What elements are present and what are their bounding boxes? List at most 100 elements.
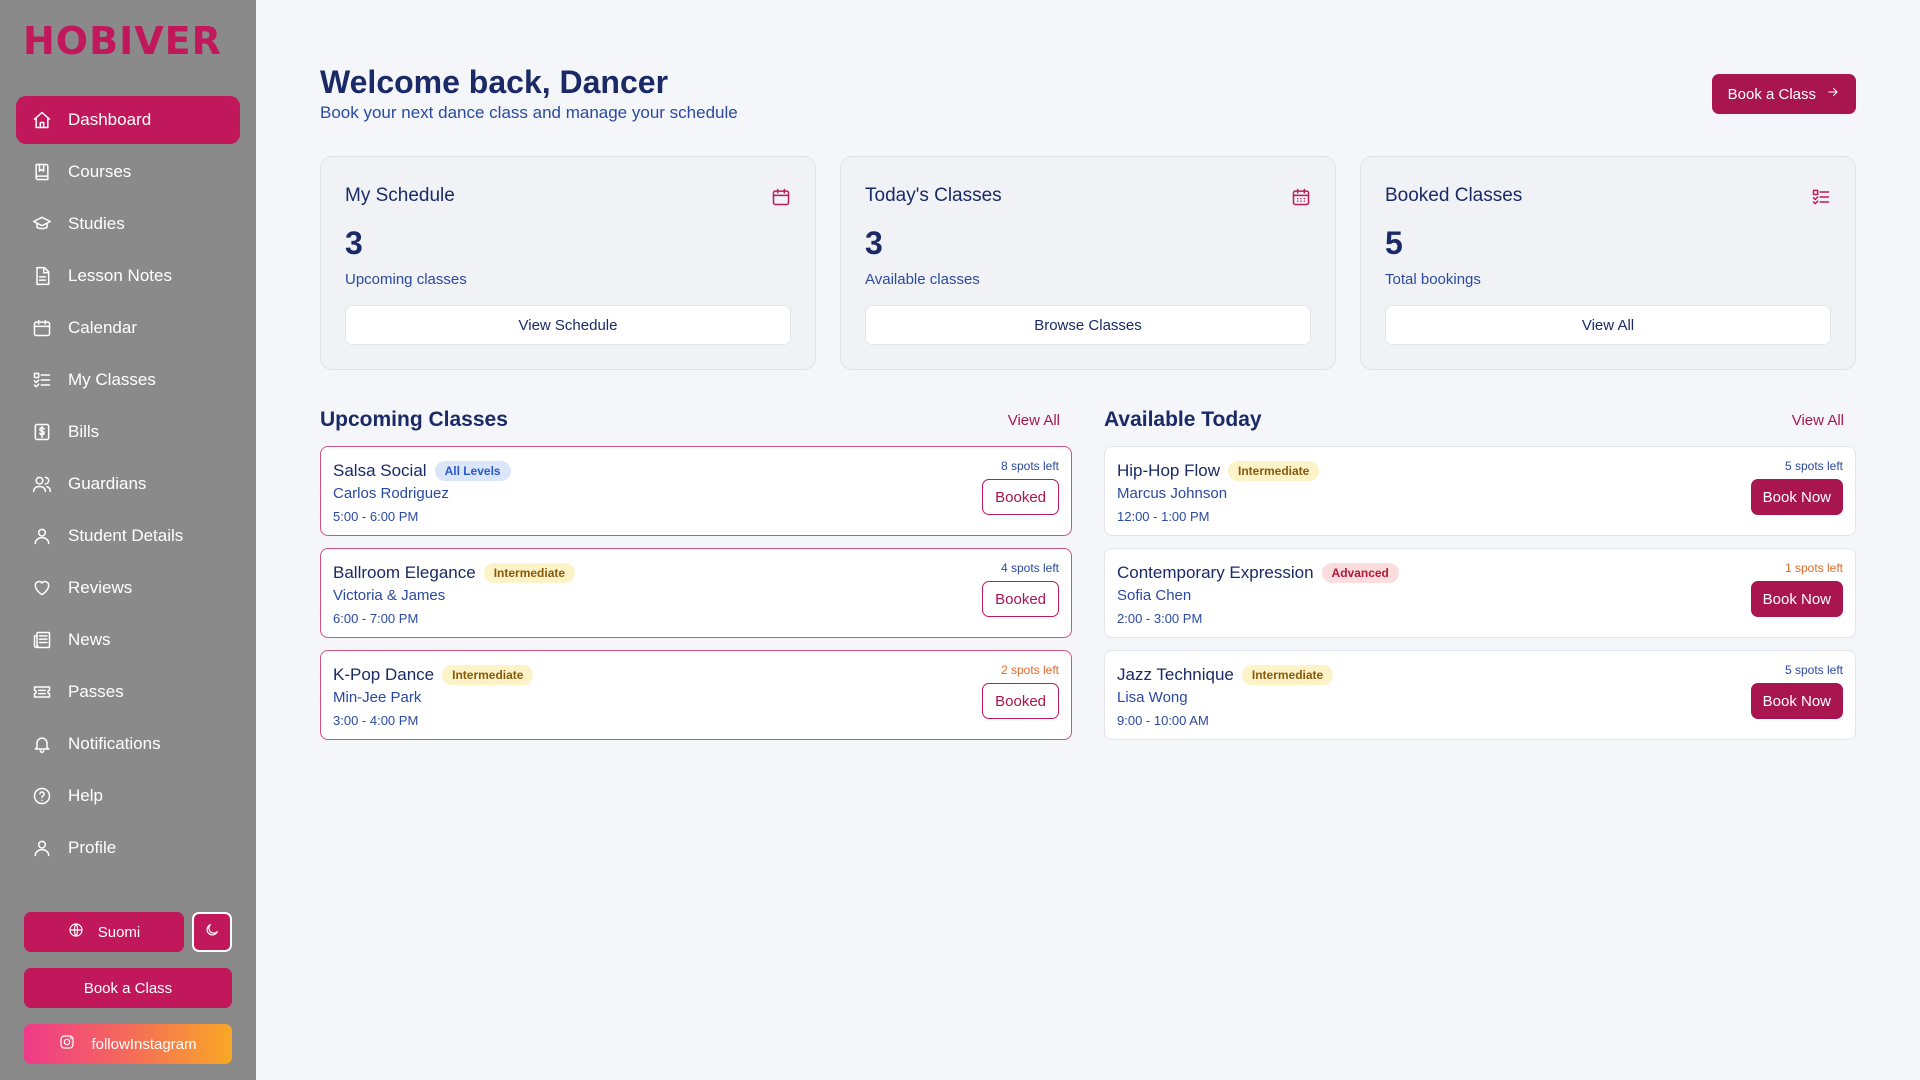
sidebar-item-reviews[interactable]: Reviews (16, 564, 240, 612)
instagram-follow-button[interactable]: followInstagram (24, 1024, 232, 1064)
upcoming-classes-section: Upcoming Classes View All Salsa Social A… (320, 404, 1072, 740)
stat-card-todays-classes: Today's Classes 3 Available classes Brow… (840, 156, 1336, 370)
instagram-label: followInstagram (91, 1035, 197, 1053)
booked-button[interactable]: Booked (982, 683, 1059, 719)
stat-label: Total bookings (1385, 271, 1481, 288)
section-title: Upcoming Classes (320, 408, 508, 431)
document-icon (32, 266, 52, 286)
sidebar-item-courses[interactable]: Courses (16, 148, 240, 196)
sidebar-item-label: Studies (68, 214, 125, 233)
sidebar-item-my-classes[interactable]: My Classes (16, 356, 240, 404)
calendar-icon (771, 187, 791, 207)
class-card[interactable]: Hip-Hop Flow Intermediate Marcus Johnson… (1104, 446, 1856, 536)
class-name: K-Pop Dance (333, 665, 435, 684)
sidebar-book-class-button[interactable]: Book a Class (24, 968, 232, 1008)
class-time: 5:00 - 6:00 PM (333, 509, 419, 524)
upcoming-class-list: Salsa Social All Levels Carlos Rodriguez… (320, 446, 1072, 752)
stats-row: My Schedule 3 Upcoming classes View Sche… (320, 156, 1856, 370)
sidebar: HOBIVER Dashboard Courses Studies Lesson… (0, 0, 256, 1080)
brand-logo[interactable]: HOBIVER (23, 22, 222, 60)
spots-left: 1 spots left (1784, 561, 1843, 575)
arrow-right-icon (1826, 85, 1840, 103)
language-label: Suomi (97, 923, 141, 941)
class-card[interactable]: Ballroom Elegance Intermediate Victoria … (320, 548, 1072, 638)
class-time: 2:00 - 3:00 PM (1117, 611, 1203, 626)
class-teacher: Sofia Chen (1117, 587, 1192, 604)
sidebar-item-bills[interactable]: Bills (16, 408, 240, 456)
stat-card-booked-classes: Booked Classes 5 Total bookings View All (1360, 156, 1856, 370)
class-time: 12:00 - 1:00 PM (1117, 509, 1210, 524)
user-icon (32, 838, 52, 858)
sidebar-item-label: Guardians (68, 474, 147, 493)
class-time: 9:00 - 10:00 AM (1117, 713, 1209, 728)
sidebar-item-lesson-notes[interactable]: Lesson Notes (16, 252, 240, 300)
class-teacher: Victoria & James (333, 587, 446, 604)
sidebar-item-notifications[interactable]: Notifications (16, 720, 240, 768)
spots-left: 8 spots left (1000, 459, 1059, 473)
book-now-button[interactable]: Book Now (1750, 581, 1843, 617)
list-check-icon (1811, 187, 1831, 207)
stat-label: Available classes (865, 271, 980, 288)
class-card[interactable]: K-Pop Dance Intermediate Min-Jee Park 3:… (320, 650, 1072, 740)
list-check-icon (32, 370, 52, 390)
sidebar-nav: Dashboard Courses Studies Lesson Notes C… (16, 96, 240, 876)
sidebar-item-student-details[interactable]: Student Details (16, 512, 240, 560)
class-card[interactable]: Contemporary Expression Advanced Sofia C… (1104, 548, 1856, 638)
spots-left: 5 spots left (1784, 459, 1843, 473)
book-now-button[interactable]: Book Now (1750, 683, 1843, 719)
book-class-button[interactable]: Book a Class (1711, 74, 1856, 114)
class-name: Jazz Technique (1117, 665, 1234, 684)
level-badge: Intermediate (483, 563, 576, 583)
ticket-icon (32, 682, 52, 702)
book-now-button[interactable]: Book Now (1750, 479, 1843, 515)
globe-icon (68, 922, 84, 942)
level-badge: Intermediate (1241, 665, 1334, 685)
sidebar-item-label: Profile (68, 838, 117, 857)
sidebar-item-profile[interactable]: Profile (16, 824, 240, 872)
newspaper-icon (32, 630, 52, 650)
sidebar-item-label: News (68, 630, 111, 649)
browse-classes-button[interactable]: Browse Classes (865, 305, 1311, 345)
users-icon (32, 474, 52, 494)
class-card[interactable]: Salsa Social All Levels Carlos Rodriguez… (320, 446, 1072, 536)
class-time: 3:00 - 4:00 PM (333, 713, 419, 728)
sidebar-item-passes[interactable]: Passes (16, 668, 240, 716)
stat-card-my-schedule: My Schedule 3 Upcoming classes View Sche… (320, 156, 816, 370)
language-button[interactable]: Suomi (24, 912, 184, 952)
sidebar-item-calendar[interactable]: Calendar (16, 304, 240, 352)
class-name-row: Contemporary Expression Advanced (1117, 563, 1399, 583)
sidebar-item-help[interactable]: Help (16, 772, 240, 820)
booked-button[interactable]: Booked (982, 581, 1059, 617)
sidebar-item-dashboard[interactable]: Dashboard (16, 96, 240, 144)
book-icon (32, 162, 52, 182)
sidebar-item-studies[interactable]: Studies (16, 200, 240, 248)
class-card[interactable]: Jazz Technique Intermediate Lisa Wong 9:… (1104, 650, 1856, 740)
available-view-all-link[interactable]: View All (1792, 412, 1844, 429)
page-title: Welcome back, Dancer (320, 64, 669, 100)
calendar-icon (32, 318, 52, 338)
level-badge: All Levels (434, 461, 511, 481)
upcoming-view-all-link[interactable]: View All (1008, 412, 1060, 429)
calendar-days-icon (1291, 187, 1311, 207)
sidebar-item-label: Courses (68, 162, 132, 181)
stat-value: 3 (865, 225, 883, 261)
view-all-bookings-button[interactable]: View All (1385, 305, 1831, 345)
view-schedule-button[interactable]: View Schedule (345, 305, 791, 345)
class-name: Ballroom Elegance (333, 563, 476, 582)
class-name: Contemporary Expression (1117, 563, 1314, 582)
theme-toggle-button[interactable] (192, 912, 232, 952)
sidebar-item-label: Lesson Notes (68, 266, 172, 285)
sidebar-item-label: Student Details (68, 526, 184, 545)
stat-title: Booked Classes (1385, 185, 1523, 206)
sidebar-item-label: Calendar (68, 318, 137, 337)
class-name-row: K-Pop Dance Intermediate (333, 665, 534, 685)
class-teacher: Min-Jee Park (333, 689, 422, 706)
class-teacher: Marcus Johnson (1117, 485, 1228, 502)
sidebar-item-news[interactable]: News (16, 616, 240, 664)
spots-left: 4 spots left (1000, 561, 1059, 575)
sidebar-item-guardians[interactable]: Guardians (16, 460, 240, 508)
sidebar-item-label: Reviews (68, 578, 133, 597)
graduation-cap-icon (32, 214, 52, 234)
instagram-icon (59, 1034, 75, 1054)
booked-button[interactable]: Booked (982, 479, 1059, 515)
